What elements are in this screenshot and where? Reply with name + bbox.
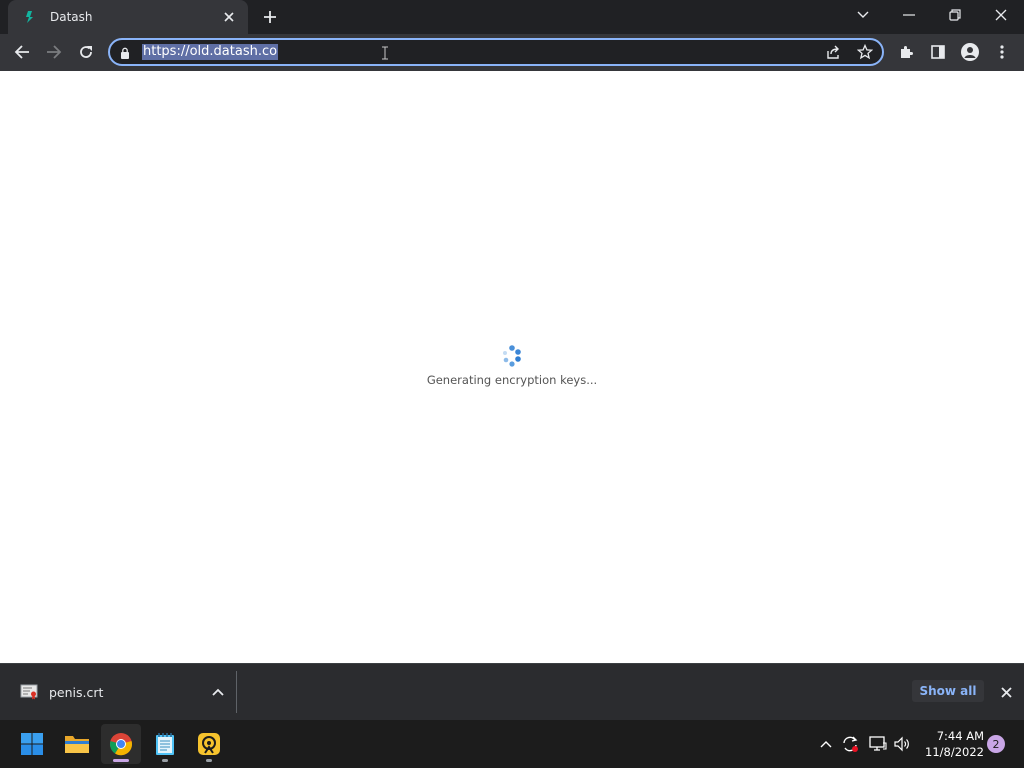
menu-icon[interactable] [988, 38, 1016, 66]
active-indicator [113, 759, 129, 762]
browser-toolbar: https://old.datash.co [0, 34, 1024, 71]
windows-logo-icon [21, 733, 43, 755]
volume-icon[interactable] [892, 734, 912, 754]
running-indicator [162, 759, 168, 762]
start-button[interactable] [12, 724, 52, 764]
running-indicator [206, 759, 212, 762]
show-all-button[interactable]: Show all [912, 680, 984, 702]
chevron-up-icon[interactable] [208, 682, 228, 702]
tab-search-icon[interactable] [840, 0, 886, 30]
tab-title: Datash [50, 10, 93, 24]
loading-spinner-icon [500, 344, 524, 368]
folder-icon [65, 736, 89, 753]
certificate-file-icon [20, 684, 38, 700]
sync-icon[interactable] [840, 734, 860, 754]
side-panel-icon[interactable] [924, 38, 952, 66]
shelf-divider [236, 671, 237, 713]
star-icon[interactable] [856, 43, 874, 64]
notepad-icon [156, 733, 174, 755]
chrome-icon [109, 733, 133, 756]
tab-datash[interactable]: Datash [8, 0, 248, 34]
notepad-button[interactable] [145, 724, 185, 764]
address-bar[interactable]: https://old.datash.co [108, 38, 884, 66]
clock-time: 7:44 AM [936, 729, 984, 743]
back-icon[interactable] [8, 38, 36, 66]
window-close-icon[interactable] [978, 0, 1024, 30]
download-file-name: penis.crt [49, 684, 104, 700]
tab-close-icon[interactable] [220, 8, 238, 26]
page-content: Generating encryption keys... [0, 71, 1024, 663]
windows-taskbar: 7:44 AM 11/8/2022 2 [0, 720, 1024, 768]
reload-icon[interactable] [72, 38, 100, 66]
chrome-button[interactable] [101, 724, 141, 764]
clock-date: 11/8/2022 [925, 745, 984, 759]
new-tab-button[interactable] [258, 6, 282, 28]
download-item[interactable]: penis.crt [12, 672, 234, 712]
forward-icon[interactable] [40, 38, 68, 66]
text-cursor-icon [382, 45, 388, 64]
restore-icon[interactable] [932, 0, 978, 30]
notification-count-badge[interactable]: 2 [987, 735, 1005, 753]
profile-icon[interactable] [956, 38, 984, 66]
shelf-close-icon[interactable] [996, 682, 1016, 702]
minimize-icon[interactable] [886, 0, 932, 30]
extensions-icon[interactable] [892, 38, 920, 66]
remote-app-button[interactable] [189, 724, 229, 764]
taskbar-clock[interactable]: 7:44 AM 11/8/2022 [914, 728, 984, 760]
loading-status-text: Generating encryption keys... [426, 373, 598, 387]
tab-strip: Datash [0, 0, 1024, 34]
file-explorer-button[interactable] [57, 724, 97, 764]
share-icon[interactable] [825, 44, 841, 64]
download-shelf: penis.crt Show all [0, 663, 1024, 720]
datash-logo-icon [22, 9, 38, 25]
remote-desktop-icon [198, 733, 220, 755]
show-hidden-icons-chevron-icon[interactable] [816, 734, 836, 754]
url-text[interactable]: https://old.datash.co [142, 44, 279, 60]
lock-icon[interactable] [120, 45, 130, 64]
network-icon[interactable] [868, 734, 888, 754]
